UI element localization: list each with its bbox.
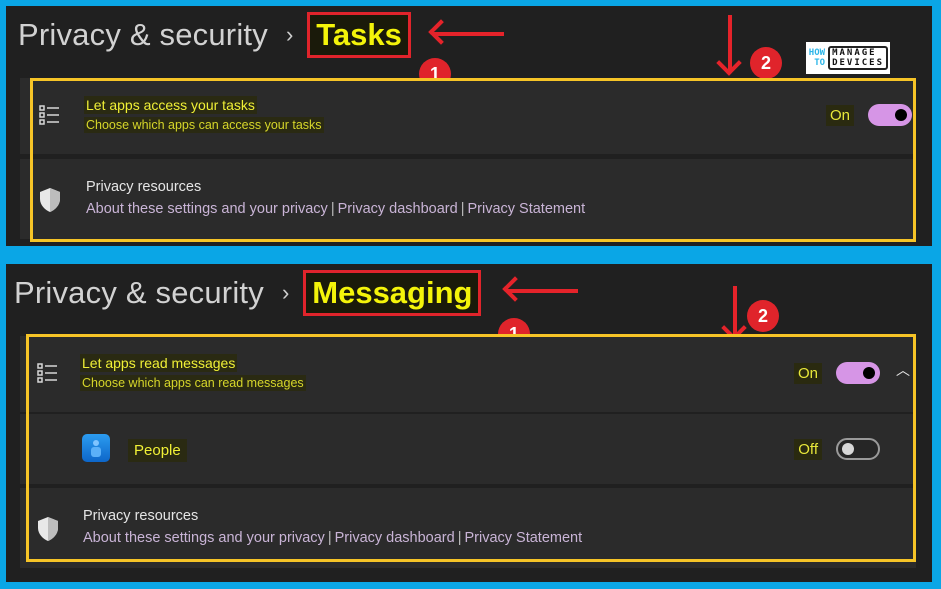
- annotation-highlight-frame: [26, 334, 916, 562]
- page-title: Messaging: [303, 270, 482, 316]
- annotation-highlight-frame: [30, 78, 916, 242]
- breadcrumb-privacy-security[interactable]: Privacy & security: [18, 17, 268, 53]
- page-title: Tasks: [307, 12, 411, 58]
- tasks-settings-panel: Privacy & security › Tasks 1 2 HOW TO MAN…: [6, 6, 932, 246]
- annotation-arrow-left-icon: [434, 32, 504, 36]
- annotation-arrow-left-icon: [508, 289, 578, 293]
- annotation-badge-2: 2: [750, 47, 782, 79]
- breadcrumb: Privacy & security › Tasks: [18, 12, 411, 58]
- annotation-arrow-down-icon: [728, 15, 732, 71]
- breadcrumb: Privacy & security › Messaging: [14, 270, 482, 316]
- messaging-settings-panel: Privacy & security › Messaging 1 2 Let a…: [6, 264, 932, 582]
- annotation-arrow-down-icon: [733, 286, 737, 336]
- howtomanagedevices-logo: HOW TO MANAGE DEVICES: [806, 42, 890, 74]
- logo-manage-devices: MANAGE DEVICES: [828, 46, 888, 70]
- breadcrumb-privacy-security[interactable]: Privacy & security: [14, 275, 264, 311]
- breadcrumb-chevron-icon: ›: [285, 22, 294, 47]
- breadcrumb-chevron-icon: ›: [281, 280, 290, 305]
- logo-how-to: HOW TO: [808, 48, 826, 68]
- annotation-badge-2: 2: [747, 300, 779, 332]
